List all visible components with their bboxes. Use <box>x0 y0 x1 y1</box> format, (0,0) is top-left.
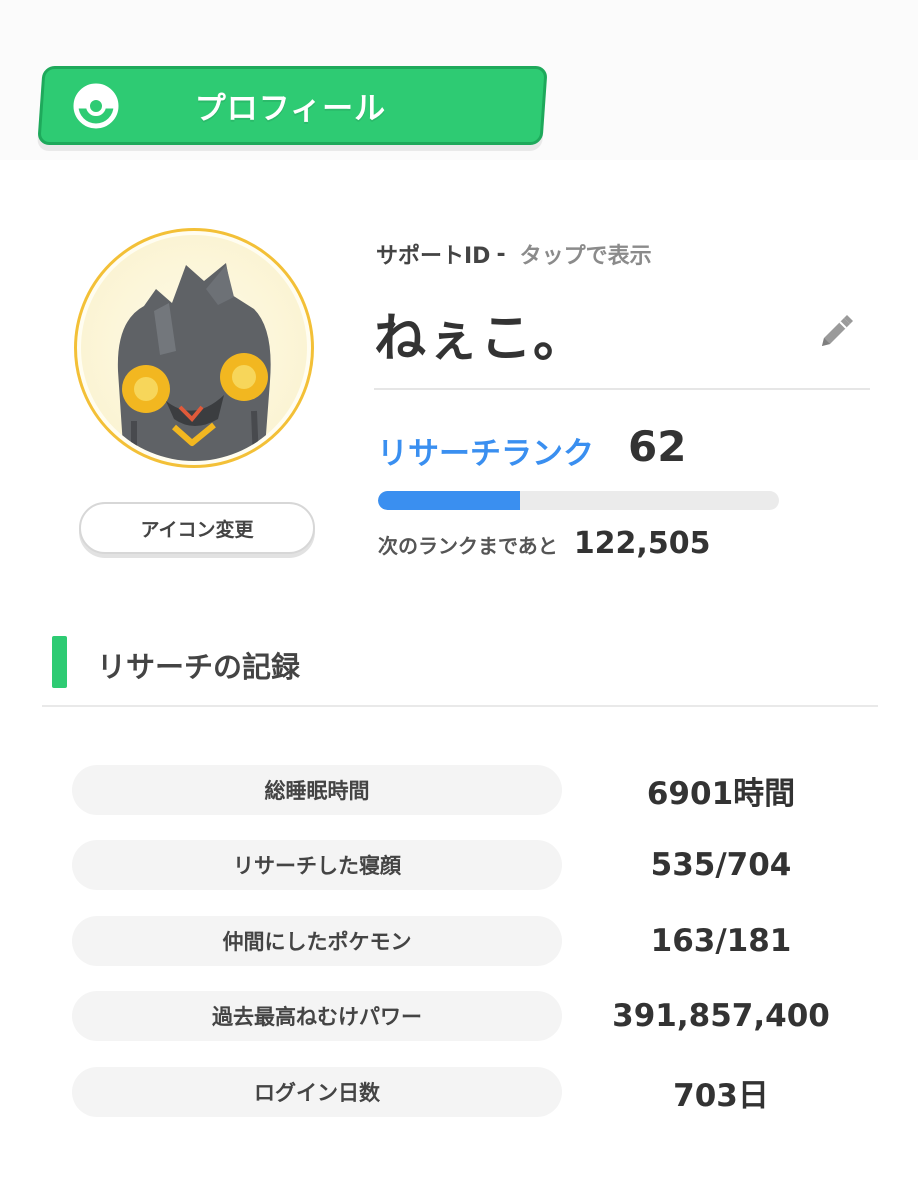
stat-label: ログイン日数 <box>72 1067 562 1117</box>
stat-label: 仲間にしたポケモン <box>72 916 562 966</box>
next-rank-value: 122,505 <box>573 526 711 561</box>
stat-label: 過去最高ねむけパワー <box>72 991 562 1041</box>
section-accent-bar <box>52 636 67 688</box>
support-id-separator: - <box>496 241 506 267</box>
pokeball-icon <box>73 83 119 128</box>
player-name: ねぇこ。 <box>374 309 587 369</box>
research-rank-label: リサーチランク <box>377 436 594 472</box>
stat-value: 703日 <box>673 1077 769 1114</box>
stat-value: 163/181 <box>650 923 792 959</box>
pencil-edit-icon[interactable] <box>814 310 858 354</box>
profile-screen: プロフィール アイコン変更 サポートID - タップで表示 ねぇこ。 リサーチラ… <box>0 0 918 1200</box>
records-section-title: リサーチの記録 <box>97 650 301 684</box>
stat-value: 535/704 <box>650 847 792 883</box>
research-rank-value: 62 <box>628 422 687 471</box>
page-title: プロフィール <box>194 91 387 127</box>
show-support-id-link[interactable]: タップで表示 <box>520 238 652 270</box>
stat-row: リサーチした寝顔 535/704 <box>72 840 872 890</box>
stat-row: 過去最高ねむけパワー 391,857,400 <box>72 991 872 1041</box>
icon-change-button[interactable]: アイコン変更 <box>79 502 315 554</box>
stat-value: 6901時間 <box>646 775 796 812</box>
stat-row: ログイン日数 703日 <box>72 1067 872 1117</box>
header-banner: プロフィール <box>37 66 548 145</box>
stat-row: 仲間にしたポケモン 163/181 <box>72 916 872 966</box>
stat-label: リサーチした寝顔 <box>72 840 562 890</box>
rank-progress-fill <box>378 491 521 510</box>
support-id-label: サポートID <box>376 244 491 269</box>
stat-value: 391,857,400 <box>612 998 830 1034</box>
support-id-row: サポートID - タップで表示 <box>376 238 652 270</box>
stat-label: 総睡眠時間 <box>72 765 562 815</box>
stat-row: 総睡眠時間 6901時間 <box>72 765 872 815</box>
rank-progress-bar <box>378 491 779 510</box>
next-rank-row: 次のランクまであと 122,505 <box>378 526 710 561</box>
section-divider <box>42 705 878 707</box>
avatar[interactable] <box>74 228 314 468</box>
next-rank-label: 次のランクまであと <box>378 534 558 558</box>
name-divider <box>374 388 870 390</box>
dark-pokemon-avatar-icon <box>117 263 271 461</box>
